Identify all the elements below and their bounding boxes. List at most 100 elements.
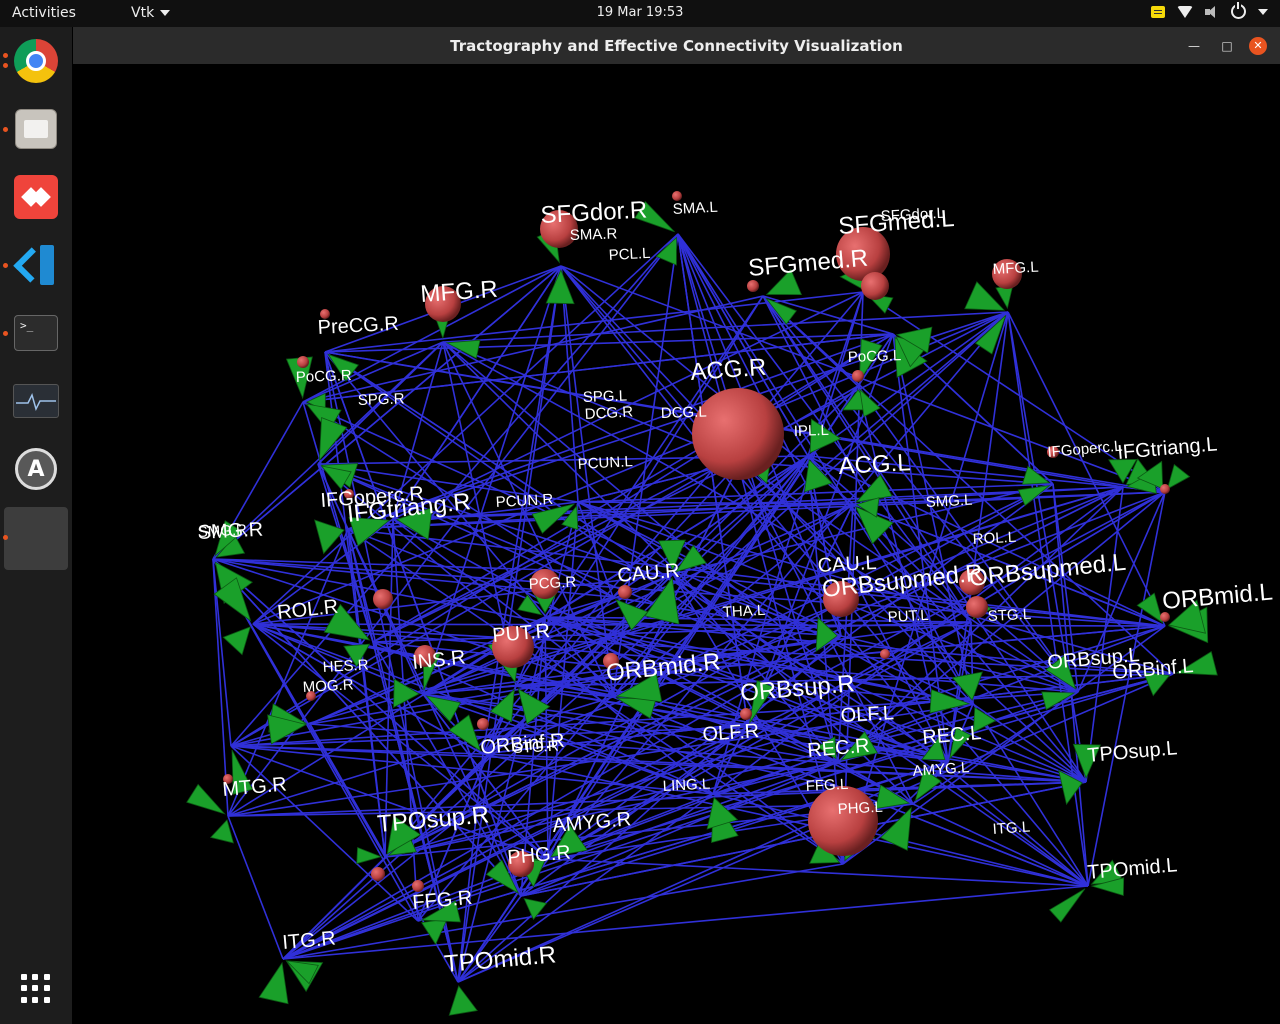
- wifi-icon[interactable]: [1177, 5, 1193, 18]
- show-applications-icon: [21, 974, 51, 1004]
- node-label: ORBsup.R: [739, 670, 856, 707]
- chevron-down-icon: [160, 10, 171, 16]
- app-menu-label: Vtk: [131, 5, 155, 21]
- node-label: ITG.R: [282, 927, 337, 954]
- node-label: TPOsup.L: [1087, 737, 1179, 767]
- window-title: Tractography and Effective Connectivity …: [450, 37, 903, 55]
- node-label: ORBmid.L: [1161, 578, 1274, 615]
- node-label: TPOmid.R: [443, 941, 557, 978]
- system-menu-chevron-icon[interactable]: [1258, 8, 1268, 15]
- node-label: ACG.L: [838, 449, 911, 480]
- region-node-sphere: [618, 585, 632, 599]
- node-label: HES.R: [322, 657, 369, 676]
- node-label: STG.L: [987, 606, 1031, 625]
- software-updater-icon: A: [15, 448, 57, 490]
- node-label: FFG.R: [412, 887, 474, 914]
- dock-files[interactable]: [12, 105, 60, 153]
- running-indicator: [3, 331, 8, 336]
- node-label: PCL.L: [608, 245, 651, 264]
- maximize-icon[interactable]: □: [1218, 37, 1236, 55]
- node-label: PCUN.R: [495, 491, 553, 511]
- vtk-window: Tractography and Effective Connectivity …: [73, 27, 1280, 1024]
- clock[interactable]: 19 Mar 19:53: [0, 5, 1280, 20]
- anydesk-icon: [14, 175, 58, 219]
- dock-software-updater[interactable]: A: [12, 445, 60, 493]
- node-label: OLF.R: [702, 720, 760, 746]
- node-label: SFGmed.L: [838, 205, 956, 240]
- node-label: IFGtriang.L: [1117, 433, 1219, 464]
- region-node-sphere: [477, 718, 489, 730]
- node-label: REC.L: [922, 722, 983, 749]
- region-node-sphere: [297, 356, 309, 368]
- terminal-icon: >_: [14, 315, 58, 351]
- node-label: SMA.L: [672, 199, 718, 218]
- dock-anydesk[interactable]: [12, 173, 60, 221]
- node-label: PreCG.R: [317, 313, 399, 339]
- running-indicator: [3, 53, 8, 58]
- connection-edge: [227, 815, 284, 960]
- node-label: DCG.L: [661, 403, 707, 422]
- region-node-sphere: [1160, 484, 1170, 494]
- node-label: DCG.R: [584, 403, 633, 423]
- direction-arrow-cone: [222, 626, 251, 656]
- region-node-sphere: [371, 867, 385, 881]
- node-label: SMA.R: [570, 225, 618, 244]
- window-titlebar[interactable]: Tractography and Effective Connectivity …: [73, 27, 1280, 64]
- node-label: PUT.L: [887, 607, 929, 626]
- system-tray[interactable]: [1151, 2, 1268, 19]
- notes-indicator-icon[interactable]: [1151, 5, 1165, 18]
- node-label: ORBsupmed.L: [968, 549, 1127, 592]
- node-label: MFG.L: [992, 259, 1039, 278]
- dock-chrome[interactable]: [12, 37, 60, 85]
- region-node-sphere: [966, 596, 988, 618]
- node-label: SFGdor.R: [540, 196, 648, 229]
- direction-arrow-cone: [258, 961, 289, 1005]
- node-label: PCG.R: [528, 574, 576, 593]
- node-label: MFG.R: [420, 276, 499, 308]
- direction-arrow-cone: [1166, 463, 1191, 490]
- running-indicator: [3, 535, 8, 540]
- volume-muted-icon[interactable]: [1205, 5, 1219, 18]
- node-label: SMG.L: [925, 492, 973, 511]
- direction-arrow-cone: [1048, 888, 1086, 923]
- node-label: SMG.R: [197, 519, 264, 544]
- minimize-icon[interactable]: —: [1185, 37, 1203, 55]
- vscode-icon: [13, 243, 58, 287]
- node-label: SPG.R: [358, 390, 405, 409]
- connectivity-graph[interactable]: SFGdor.R SMA.LSMA.RPCL.LSFGdor.LSFGmed.LS…: [73, 64, 1280, 1024]
- connection-edge: [1007, 311, 1089, 887]
- dock-vscode[interactable]: [12, 241, 60, 289]
- node-label: TPOmid.L: [1087, 854, 1179, 884]
- node-label: OLF.L: [840, 702, 894, 727]
- close-icon[interactable]: ✕: [1249, 37, 1267, 55]
- files-icon: [15, 109, 57, 149]
- dock-terminal[interactable]: >_: [12, 309, 60, 357]
- app-menu[interactable]: Vtk: [131, 5, 171, 21]
- activities-button[interactable]: Activities: [12, 5, 76, 21]
- dock-system-monitor[interactable]: [12, 377, 60, 425]
- node-label: LING.L: [662, 776, 710, 795]
- node-label: THA.L: [722, 602, 765, 621]
- region-node-sphere: [861, 272, 889, 300]
- show-applications-button[interactable]: [12, 965, 60, 1013]
- system-monitor-icon: [13, 384, 59, 418]
- node-label: ITG.L: [992, 818, 1031, 838]
- node-label: MOG.R: [302, 676, 354, 696]
- region-node-sphere: [740, 708, 752, 720]
- node-label: REC.R: [807, 735, 871, 762]
- top-bar: Activities Vtk 19 Mar 19:53: [0, 0, 1280, 27]
- running-indicator: [3, 63, 8, 68]
- region-node-sphere: [373, 589, 393, 609]
- node-label: MTG.R: [222, 773, 288, 801]
- dock-vtk-window[interactable]: [4, 507, 68, 570]
- node-label: PoCG.R: [296, 367, 353, 386]
- connection-edge: [520, 781, 1087, 897]
- node-label: PoCG.L: [848, 347, 902, 366]
- region-node-sphere: [808, 786, 878, 856]
- node-label: IPL.L: [794, 422, 830, 440]
- node-label: FFG.L: [805, 776, 848, 795]
- power-icon[interactable]: [1231, 2, 1246, 19]
- dock: >_ A: [0, 27, 72, 1024]
- direction-arrow-cone: [186, 783, 226, 815]
- render-viewport[interactable]: SFGdor.R SMA.L SMA.R PCL.L SFGdor.L SFGmed.L S…: [73, 64, 1280, 1024]
